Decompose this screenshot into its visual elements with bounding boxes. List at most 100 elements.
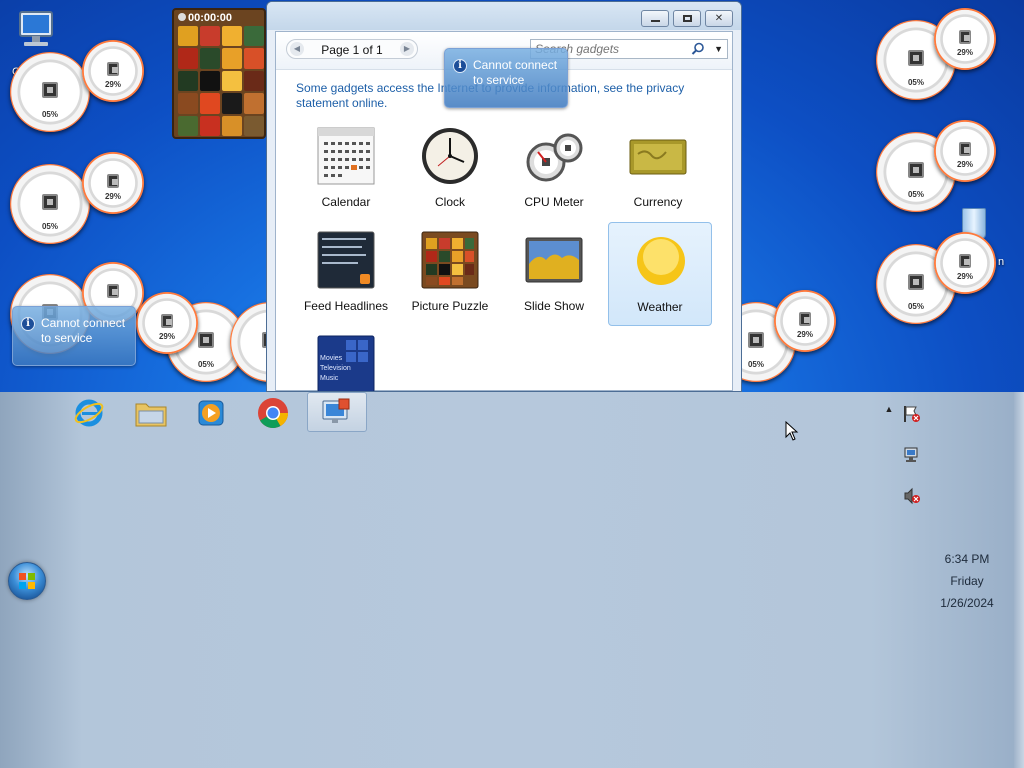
memory-percent: 29% — [104, 80, 121, 89]
next-page-button[interactable]: ▶ — [400, 42, 414, 56]
cannot-connect-balloon[interactable]: i Cannot connect to service — [444, 48, 568, 108]
puzzle-tile[interactable] — [200, 115, 220, 136]
gadget-cpu-meter[interactable]: CPU Meter — [504, 122, 604, 222]
gadget-weather[interactable]: Weather — [608, 222, 712, 326]
cpu-meter-gadget[interactable]: 05% 29% — [10, 40, 144, 132]
cpu-meter-icon — [526, 133, 583, 182]
cpu-chip-icon — [908, 274, 924, 290]
cpu-meter-gadget[interactable] — [230, 290, 310, 382]
puzzle-tile[interactable] — [244, 26, 264, 47]
puzzle-tile[interactable] — [200, 70, 220, 92]
action-center-flag-icon[interactable] — [902, 404, 924, 426]
taskbar-google-chrome[interactable] — [244, 394, 302, 432]
calendar-icon — [317, 127, 375, 185]
gadget-windows-media-center[interactable]: Movies Television Music — [296, 330, 396, 391]
chevron-down-icon[interactable]: ▼ — [714, 44, 723, 54]
memory-dial: 29% — [934, 8, 996, 70]
puzzle-tile[interactable] — [244, 115, 264, 136]
taskbar-internet-explorer[interactable] — [60, 394, 118, 432]
start-button[interactable] — [8, 562, 46, 600]
cpu-dial: 05% — [10, 164, 90, 244]
gadget-currency[interactable]: Currency — [608, 122, 708, 222]
folder-icon — [135, 403, 167, 427]
media-center-menu-item: Music — [320, 375, 339, 382]
puzzle-tile[interactable] — [222, 26, 242, 47]
system-clock[interactable]: 6:34 PM Friday 1/26/2024 — [924, 548, 1010, 614]
memory-dial: 29% — [934, 232, 996, 294]
cpu-chip-icon — [42, 194, 58, 210]
puzzle-tile[interactable] — [222, 48, 242, 69]
cpu-meter-gadget[interactable]: 05% 29% — [876, 8, 1006, 100]
cpu-chip-icon — [748, 332, 764, 348]
memory-dial: 29% — [82, 40, 144, 102]
memory-chip-icon — [799, 312, 811, 326]
restore-icon — [682, 15, 692, 22]
cpu-chip-icon — [42, 82, 58, 98]
puzzle-tile[interactable] — [178, 26, 198, 47]
cpu-percent: 05% — [907, 302, 924, 311]
gadgets-icon — [322, 398, 350, 423]
puzzle-timer-value: 00:00:00 — [188, 12, 233, 24]
close-icon: ✕ — [714, 13, 724, 24]
memory-dial: 29% — [82, 152, 144, 214]
gadget-name: Picture Puzzle — [411, 299, 489, 313]
gadget-slide-show[interactable]: Slide Show — [504, 226, 604, 326]
cpu-meter-gadget[interactable]: 05% 29% — [876, 120, 1006, 212]
clock-time: 6:34 PM — [944, 552, 990, 566]
gadget-calendar[interactable]: Calendar — [296, 122, 396, 222]
volume-muted-icon[interactable] — [902, 486, 924, 508]
mouse-cursor-icon — [785, 421, 799, 441]
puzzle-tile[interactable] — [200, 26, 220, 47]
puzzle-tile[interactable] — [222, 93, 242, 114]
feed-headlines-icon — [317, 231, 375, 289]
memory-dial: 29% — [774, 290, 836, 352]
show-hidden-icons-button[interactable]: ▲ — [878, 404, 900, 426]
search-icon[interactable] — [691, 42, 705, 56]
show-desktop-button[interactable] — [1014, 392, 1024, 768]
puzzle-tile[interactable] — [178, 70, 198, 92]
puzzle-grid[interactable] — [178, 26, 264, 136]
memory-dial: 29% — [136, 292, 198, 354]
minimize-icon — [650, 20, 660, 22]
picture-puzzle-gadget[interactable]: 00:00:00 — [172, 8, 266, 139]
gadget-feed-headlines[interactable]: Feed Headlines — [296, 226, 396, 326]
picture-puzzle-icon — [421, 231, 479, 289]
gadget-picture-puzzle[interactable]: Picture Puzzle — [400, 226, 500, 326]
puzzle-tile[interactable] — [178, 48, 198, 69]
restore-button[interactable] — [673, 10, 701, 27]
gadget-name: Feed Headlines — [303, 299, 389, 313]
cpu-meter-gadget[interactable]: 05% 29% — [876, 232, 1006, 324]
cpu-chip-icon — [908, 162, 924, 178]
cannot-connect-balloon[interactable]: i Cannot connect to service — [12, 306, 136, 366]
gadget-clock[interactable]: Clock — [400, 122, 500, 222]
cpu-chip-icon — [908, 50, 924, 66]
cpu-percent: 05% — [41, 222, 58, 231]
taskbar-windows-explorer[interactable] — [122, 394, 180, 432]
close-button[interactable]: ✕ — [705, 10, 733, 27]
info-icon: i — [453, 59, 467, 73]
internet-explorer-icon — [74, 399, 104, 427]
puzzle-tile[interactable] — [200, 48, 220, 69]
gadget-name: CPU Meter — [524, 195, 584, 209]
puzzle-tile[interactable] — [178, 93, 198, 114]
cpu-meter-gadget[interactable]: 05% 29% — [10, 152, 144, 244]
puzzle-tile[interactable] — [178, 115, 198, 136]
puzzle-tile[interactable] — [222, 70, 242, 92]
memory-chip-icon — [107, 284, 119, 298]
media-center-menu: Movies Television Music — [320, 354, 351, 384]
gadget-gallery-window[interactable]: ✕ ◀ Page 1 of 1 ▶ ▼ Some gadgets access … — [266, 1, 742, 392]
memory-percent: 29% — [956, 48, 973, 57]
chrome-icon — [258, 398, 288, 429]
puzzle-tile[interactable] — [244, 70, 264, 92]
memory-chip-icon — [959, 142, 971, 156]
taskbar-desktop-gadgets[interactable] — [307, 392, 367, 432]
puzzle-tile[interactable] — [222, 115, 242, 136]
puzzle-tile[interactable] — [200, 93, 220, 114]
network-icon[interactable] — [902, 445, 924, 467]
gadget-name: Calendar — [321, 195, 371, 209]
puzzle-tile[interactable] — [244, 93, 264, 114]
minimize-button[interactable] — [641, 10, 669, 27]
info-icon: i — [21, 317, 35, 331]
taskbar-windows-media-player[interactable] — [182, 394, 240, 432]
puzzle-tile[interactable] — [244, 48, 264, 69]
